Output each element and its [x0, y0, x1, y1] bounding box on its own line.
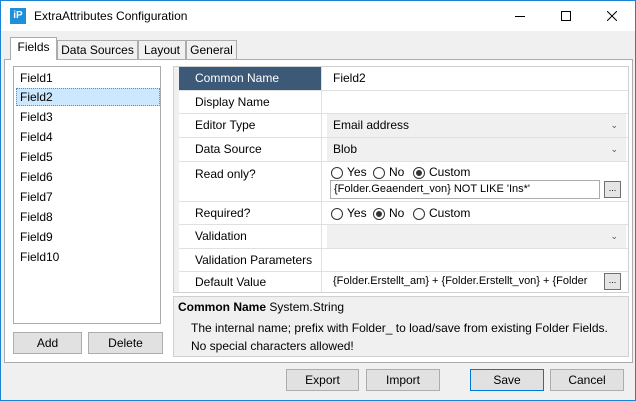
required-value: Yes No Custom	[327, 202, 626, 224]
validation-label: Validation	[179, 225, 322, 248]
save-button[interactable]: Save	[470, 369, 544, 391]
list-item-field5[interactable]: Field5	[16, 148, 160, 166]
default-value-field: {Folder.Erstellt_am} + {Folder.Erstellt_…	[327, 272, 626, 292]
editor-type-label: Editor Type	[179, 114, 322, 137]
display-name-value[interactable]	[327, 91, 626, 113]
description-title: Common Name System.String	[178, 300, 344, 314]
row-required[interactable]: Required? Yes No Custom	[179, 202, 628, 225]
common-name-value[interactable]: Field2	[327, 67, 626, 90]
read-only-value: Yes No Custom {Folder.Geaendert_von} NOT…	[327, 162, 626, 201]
editor-type-select[interactable]: Email address ⌄	[327, 114, 626, 137]
radio-selected-icon	[373, 207, 385, 220]
list-item-field10[interactable]: Field10	[16, 248, 160, 266]
read-only-label: Read only?	[179, 162, 322, 201]
display-name-label: Display Name	[179, 91, 322, 113]
list-item-field7[interactable]: Field7	[16, 188, 160, 206]
extra-attributes-window: iP ExtraAttributes Configuration Fields …	[0, 0, 636, 401]
row-common-name[interactable]: Common Name Field2	[179, 67, 628, 91]
tab-general[interactable]: General	[186, 40, 237, 60]
chevron-down-icon: ⌄	[610, 231, 618, 241]
row-data-source[interactable]: Data Source Blob ⌄	[179, 138, 628, 162]
row-display-name[interactable]: Display Name	[179, 91, 628, 114]
default-value-input[interactable]: {Folder.Erstellt_am} + {Folder.Erstellt_…	[330, 273, 602, 292]
window-title: ExtraAttributes Configuration	[34, 9, 188, 23]
close-button[interactable]	[589, 1, 635, 31]
read-only-custom-radio[interactable]: Custom	[413, 165, 470, 179]
minimize-icon	[515, 16, 525, 17]
export-button[interactable]: Export	[286, 369, 359, 391]
required-label: Required?	[179, 202, 322, 224]
list-item-field2[interactable]: Field2	[16, 88, 160, 106]
validation-parameters-value[interactable]	[327, 249, 626, 271]
row-validation[interactable]: Validation ⌄	[179, 225, 628, 249]
tab-layout[interactable]: Layout	[138, 40, 186, 60]
row-editor-type[interactable]: Editor Type Email address ⌄	[179, 114, 628, 138]
required-custom-radio[interactable]: Custom	[413, 206, 470, 220]
read-only-expression-input[interactable]: {Folder.Geaendert_von} NOT LIKE 'Ins*'	[330, 180, 600, 199]
validation-select[interactable]: ⌄	[327, 225, 626, 248]
read-only-no-radio[interactable]: No	[373, 165, 404, 179]
add-field-button[interactable]: Add	[13, 332, 82, 354]
default-value-label: Default Value	[179, 272, 322, 292]
list-item-field8[interactable]: Field8	[16, 208, 160, 226]
chevron-down-icon: ⌄	[610, 120, 618, 130]
minimize-button[interactable]	[497, 1, 543, 31]
radio-label: Custom	[429, 165, 471, 179]
description-type: System.String	[269, 300, 345, 314]
import-button[interactable]: Import	[366, 369, 440, 391]
list-item-field9[interactable]: Field9	[16, 228, 160, 246]
data-source-label: Data Source	[179, 138, 322, 161]
chevron-down-icon: ⌄	[610, 144, 618, 154]
maximize-button[interactable]	[543, 1, 589, 31]
delete-field-button[interactable]: Delete	[88, 332, 163, 354]
cancel-button[interactable]: Cancel	[550, 369, 624, 391]
property-description: Common Name System.String The internal n…	[173, 296, 629, 357]
radio-label: Yes	[347, 165, 367, 179]
radio-icon	[373, 166, 385, 179]
required-no-radio[interactable]: No	[373, 206, 404, 220]
close-icon	[607, 11, 617, 21]
app-icon: iP	[10, 8, 26, 24]
read-only-ellipsis-button[interactable]: ...	[604, 181, 621, 198]
common-name-label: Common Name	[179, 67, 322, 90]
radio-icon	[331, 166, 343, 179]
maximize-icon	[561, 11, 571, 21]
radio-label: Yes	[347, 206, 367, 220]
list-item-field6[interactable]: Field6	[16, 168, 160, 186]
required-yes-radio[interactable]: Yes	[331, 206, 367, 220]
description-name: Common Name	[178, 300, 267, 314]
field-list[interactable]: Field1 Field2 Field3 Field4 Field5 Field…	[13, 66, 161, 324]
title-bar[interactable]: iP ExtraAttributes Configuration	[1, 1, 635, 31]
list-item-field3[interactable]: Field3	[16, 108, 160, 126]
default-value-ellipsis-button[interactable]: ...	[604, 273, 621, 290]
list-item-field1[interactable]: Field1	[16, 69, 160, 87]
radio-label: No	[389, 206, 405, 220]
radio-label: Custom	[429, 206, 471, 220]
tab-fields[interactable]: Fields	[10, 37, 57, 60]
tab-data-sources[interactable]: Data Sources	[57, 40, 138, 60]
row-validation-parameters[interactable]: Validation Parameters	[179, 249, 628, 272]
row-read-only[interactable]: Read only? Yes No Custom {Folder.Geaende…	[179, 162, 628, 202]
property-grid: Common Name Field2 Display Name Editor T…	[173, 66, 629, 293]
data-source-value: Blob	[333, 142, 358, 156]
validation-parameters-label: Validation Parameters	[179, 249, 322, 271]
fields-tab-panel: Field1 Field2 Field3 Field4 Field5 Field…	[4, 59, 633, 363]
radio-icon	[331, 207, 343, 220]
radio-selected-icon	[413, 166, 425, 179]
description-line-1: The internal name; prefix with Folder_ t…	[191, 321, 608, 335]
radio-icon	[413, 207, 425, 220]
editor-type-value: Email address	[333, 118, 410, 132]
row-default-value[interactable]: Default Value {Folder.Erstellt_am} + {Fo…	[179, 272, 628, 292]
radio-label: No	[389, 165, 405, 179]
read-only-yes-radio[interactable]: Yes	[331, 165, 367, 179]
description-line-2: No special characters allowed!	[191, 339, 354, 353]
data-source-select[interactable]: Blob ⌄	[327, 138, 626, 161]
list-item-field4[interactable]: Field4	[16, 128, 160, 146]
